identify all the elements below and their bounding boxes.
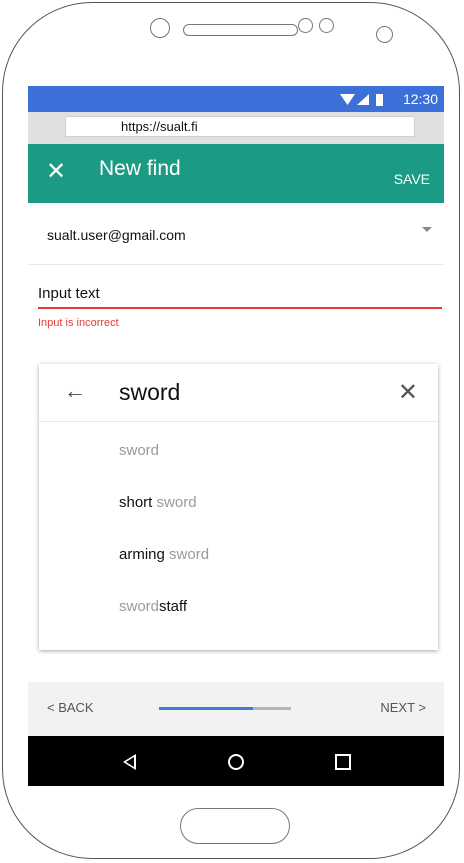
suggestion-item[interactable]: arming sword (119, 546, 209, 563)
save-button[interactable]: SAVE (394, 171, 430, 187)
account-email: sualt.user@gmail.com (47, 227, 186, 243)
signal-icon (357, 94, 369, 105)
input-error-message: Input is incorrect (38, 317, 119, 329)
suggestion-muted: sword (119, 442, 160, 459)
page-title: New find (99, 157, 181, 180)
input-underline-error (38, 307, 442, 309)
nav-home-icon[interactable] (228, 754, 244, 770)
close-icon[interactable]: ✕ (398, 378, 418, 407)
arrow-left-icon[interactable]: ← (64, 378, 86, 404)
url-field[interactable]: https://sualt.fi (65, 116, 415, 137)
close-icon[interactable]: ✕ (46, 157, 66, 186)
text-input[interactable]: Input text (38, 285, 100, 302)
hardware-home-button[interactable] (180, 808, 290, 844)
battery-icon (376, 94, 383, 106)
next-button[interactable]: NEXT > (380, 700, 426, 715)
status-icons (340, 94, 383, 106)
system-nav-bar (28, 736, 444, 786)
browser-url-bar: https://sualt.fi (28, 112, 444, 144)
caret-down-icon[interactable] (422, 227, 432, 232)
sensor-icon (319, 18, 334, 33)
app-bar: ✕ New find SAVE (28, 144, 444, 203)
progress-bar-fill (159, 707, 253, 710)
status-bar: 12:30 (28, 86, 444, 112)
search-suggestion-card: ← sword ✕ sword short sword arming sword… (39, 364, 438, 650)
progress-bar (159, 707, 291, 710)
suggestion-item[interactable]: sword (119, 442, 159, 459)
status-time: 12:30 (402, 91, 438, 107)
suggestion-muted: sword (164, 546, 210, 563)
wizard-footer: < BACK NEXT > (28, 682, 444, 736)
back-button[interactable]: < BACK (47, 700, 94, 715)
nav-back-icon[interactable] (123, 754, 136, 770)
suggestion-bold: short (119, 494, 153, 511)
sensor-icon (376, 26, 393, 43)
suggestion-bold: arming (119, 546, 165, 563)
front-camera-icon (150, 18, 170, 38)
suggestion-muted: sword (152, 494, 197, 511)
sensor-icon (298, 18, 313, 33)
divider (39, 421, 438, 422)
nav-recents-icon[interactable] (335, 754, 351, 770)
earpiece-speaker (183, 24, 298, 36)
device-screen: 12:30 https://sualt.fi ✕ New find SAVE s… (28, 86, 444, 786)
suggestion-item[interactable]: swordstaff (119, 598, 187, 615)
wifi-icon (340, 94, 355, 105)
suggestion-item[interactable]: short sword (119, 494, 197, 511)
search-input[interactable]: sword (119, 379, 180, 406)
suggestion-muted: sword (119, 598, 160, 615)
suggestion-bold: staff (159, 598, 188, 615)
account-selector[interactable]: sualt.user@gmail.com (28, 203, 444, 265)
